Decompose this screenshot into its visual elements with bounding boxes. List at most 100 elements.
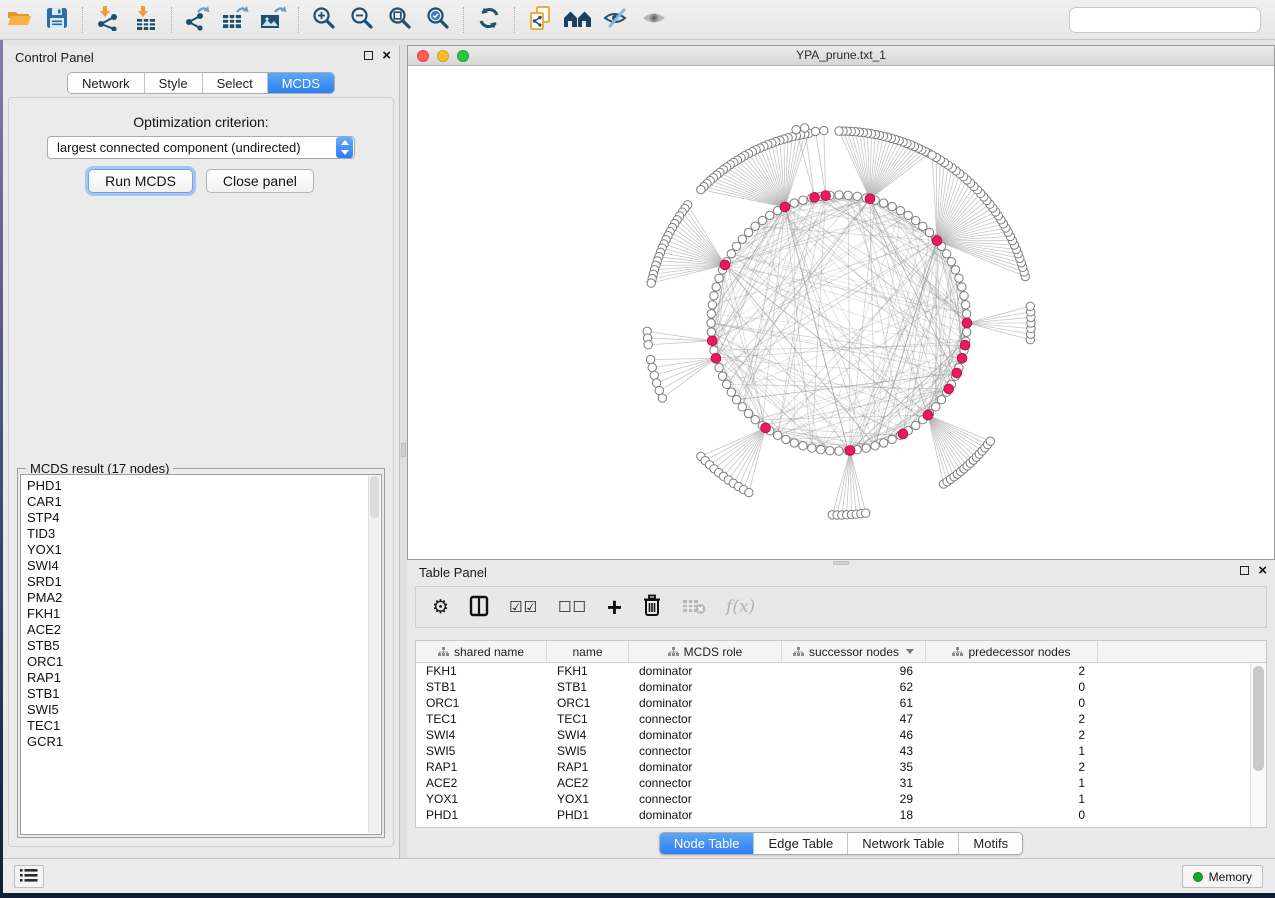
- table-row[interactable]: TEC1TEC1connector472: [416, 711, 1249, 727]
- deselect-all-button[interactable]: ☐☐: [558, 592, 587, 622]
- open-file-button[interactable]: [0, 3, 38, 37]
- tab-select[interactable]: Select: [203, 73, 268, 93]
- network-window-titlebar[interactable]: YPA_prune.txt_1: [408, 46, 1274, 66]
- zoom-selected-button[interactable]: [419, 3, 457, 37]
- mcds-list-item[interactable]: STP4: [21, 510, 381, 526]
- column-type-icon: [438, 647, 449, 657]
- table-cell: ACE2: [416, 775, 547, 791]
- optimization-criterion-label: Optimization criterion:: [9, 114, 393, 130]
- table-cell: SWI5: [416, 743, 547, 759]
- save-session-button[interactable]: [38, 3, 76, 37]
- mcds-list-item[interactable]: STB1: [21, 686, 381, 702]
- mcds-list-item[interactable]: TID3: [21, 526, 381, 542]
- mcds-list-item[interactable]: SWI5: [21, 702, 381, 718]
- create-column-button[interactable]: +: [607, 592, 622, 622]
- tab-edge-table[interactable]: Edge Table: [754, 833, 848, 854]
- import-network-button[interactable]: [89, 3, 127, 37]
- export-table-button[interactable]: [216, 3, 254, 37]
- mcds-result-list: PHD1CAR1STP4TID3YOX1SWI4SRD1PMA2FKH1ACE2…: [20, 474, 382, 835]
- mcds-list-item[interactable]: SWI4: [21, 558, 381, 574]
- delete-column-button[interactable]: [642, 592, 662, 622]
- column-header-predecessor-nodes[interactable]: predecessor nodes: [926, 641, 1098, 662]
- close-panel-icon[interactable]: ×: [1258, 565, 1267, 576]
- mcds-list-item[interactable]: PHD1: [21, 478, 381, 494]
- table-cell: 2: [926, 663, 1098, 679]
- float-panel-icon[interactable]: [1240, 566, 1249, 575]
- mcds-list-item[interactable]: SRD1: [21, 574, 381, 590]
- table-cell: 47: [782, 711, 926, 727]
- show-all-button[interactable]: [635, 3, 673, 37]
- mcds-list-item[interactable]: ORC1: [21, 654, 381, 670]
- mcds-list-item[interactable]: STB5: [21, 638, 381, 654]
- table-row[interactable]: PHD1PHD1dominator180: [416, 807, 1249, 823]
- tab-style[interactable]: Style: [145, 73, 203, 93]
- column-header-shared-name[interactable]: shared name: [416, 641, 547, 662]
- criterion-dropdown[interactable]: largest connected component (undirected): [47, 136, 355, 159]
- function-builder-button[interactable]: f(x): [726, 592, 755, 622]
- mcds-list-item[interactable]: YOX1: [21, 542, 381, 558]
- mcds-list-item[interactable]: CAR1: [21, 494, 381, 510]
- zoom-in-button[interactable]: [305, 3, 343, 37]
- scrollbar-thumb[interactable]: [370, 476, 379, 518]
- table-row[interactable]: YOX1YOX1connector291: [416, 791, 1249, 807]
- column-header-successor-nodes[interactable]: successor nodes: [782, 641, 926, 662]
- table-row[interactable]: SWI5SWI5connector431: [416, 743, 1249, 759]
- table-settings-button[interactable]: ⚙: [432, 592, 449, 622]
- tab-network-table[interactable]: Network Table: [848, 833, 959, 854]
- vertical-splitter[interactable]: [400, 45, 407, 858]
- run-mcds-button[interactable]: Run MCDS: [88, 169, 193, 193]
- table-row[interactable]: RAP1RAP1dominator352: [416, 759, 1249, 775]
- status-bar: Memory: [3, 858, 1275, 893]
- zoom-fit-button[interactable]: [381, 3, 419, 37]
- delete-table-button[interactable]: [682, 592, 706, 622]
- mcds-list-item[interactable]: PMA2: [21, 590, 381, 606]
- scrollbar-thumb[interactable]: [1253, 666, 1264, 771]
- tab-mcds[interactable]: MCDS: [268, 73, 334, 93]
- close-panel-icon[interactable]: ×: [382, 50, 391, 61]
- close-window-icon[interactable]: [417, 50, 429, 62]
- mcds-list-item[interactable]: TEC1: [21, 718, 381, 734]
- export-image-button[interactable]: [254, 3, 292, 37]
- table-cell: 29: [782, 791, 926, 807]
- zoom-out-button[interactable]: [343, 3, 381, 37]
- table-cell: ACE2: [547, 775, 629, 791]
- table-header-row: shared name name MCDS role successor nod…: [416, 641, 1266, 663]
- search-input[interactable]: [1083, 10, 1259, 30]
- splitter-grip[interactable]: [401, 443, 406, 457]
- export-network-button[interactable]: [178, 3, 216, 37]
- float-panel-icon[interactable]: [364, 51, 373, 60]
- close-panel-button[interactable]: Close panel: [206, 169, 314, 193]
- tab-motifs[interactable]: Motifs: [959, 833, 1022, 854]
- show-panels-button[interactable]: [14, 865, 44, 888]
- table-row[interactable]: STB1STB1dominator620: [416, 679, 1249, 695]
- minimize-window-icon[interactable]: [437, 50, 449, 62]
- show-columns-button[interactable]: [469, 592, 489, 622]
- table-cell: ORC1: [547, 695, 629, 711]
- maximize-window-icon[interactable]: [457, 50, 469, 62]
- hide-selected-button[interactable]: [597, 3, 635, 37]
- table-row[interactable]: FKH1FKH1dominator962: [416, 663, 1249, 679]
- mcds-list-item[interactable]: ACE2: [21, 622, 381, 638]
- mcds-list-item[interactable]: GCR1: [21, 734, 381, 750]
- table-row[interactable]: SWI4SWI4dominator462: [416, 727, 1249, 743]
- mcds-list-item[interactable]: FKH1: [21, 606, 381, 622]
- table-row[interactable]: ACE2ACE2connector311: [416, 775, 1249, 791]
- mcds-list-scrollbar[interactable]: [368, 476, 380, 833]
- tab-network[interactable]: Network: [68, 73, 145, 93]
- select-all-button[interactable]: ☑☑: [509, 592, 538, 622]
- table-scrollbar[interactable]: [1250, 663, 1266, 827]
- table-cell: YOX1: [416, 791, 547, 807]
- table-cell: connector: [629, 791, 782, 807]
- table-cell: 2: [926, 759, 1098, 775]
- column-header-name[interactable]: name: [547, 641, 629, 662]
- first-neighbors-button[interactable]: [559, 3, 597, 37]
- memory-button[interactable]: Memory: [1182, 865, 1263, 888]
- tab-node-table[interactable]: Node Table: [660, 833, 755, 854]
- table-row[interactable]: ORC1ORC1dominator610: [416, 695, 1249, 711]
- import-table-button[interactable]: [127, 3, 165, 37]
- network-graph[interactable]: [408, 66, 1274, 559]
- refresh-network-button[interactable]: [470, 3, 508, 37]
- mcds-list-item[interactable]: RAP1: [21, 670, 381, 686]
- copy-network-button[interactable]: [521, 3, 559, 37]
- column-header-mcds-role[interactable]: MCDS role: [629, 641, 782, 662]
